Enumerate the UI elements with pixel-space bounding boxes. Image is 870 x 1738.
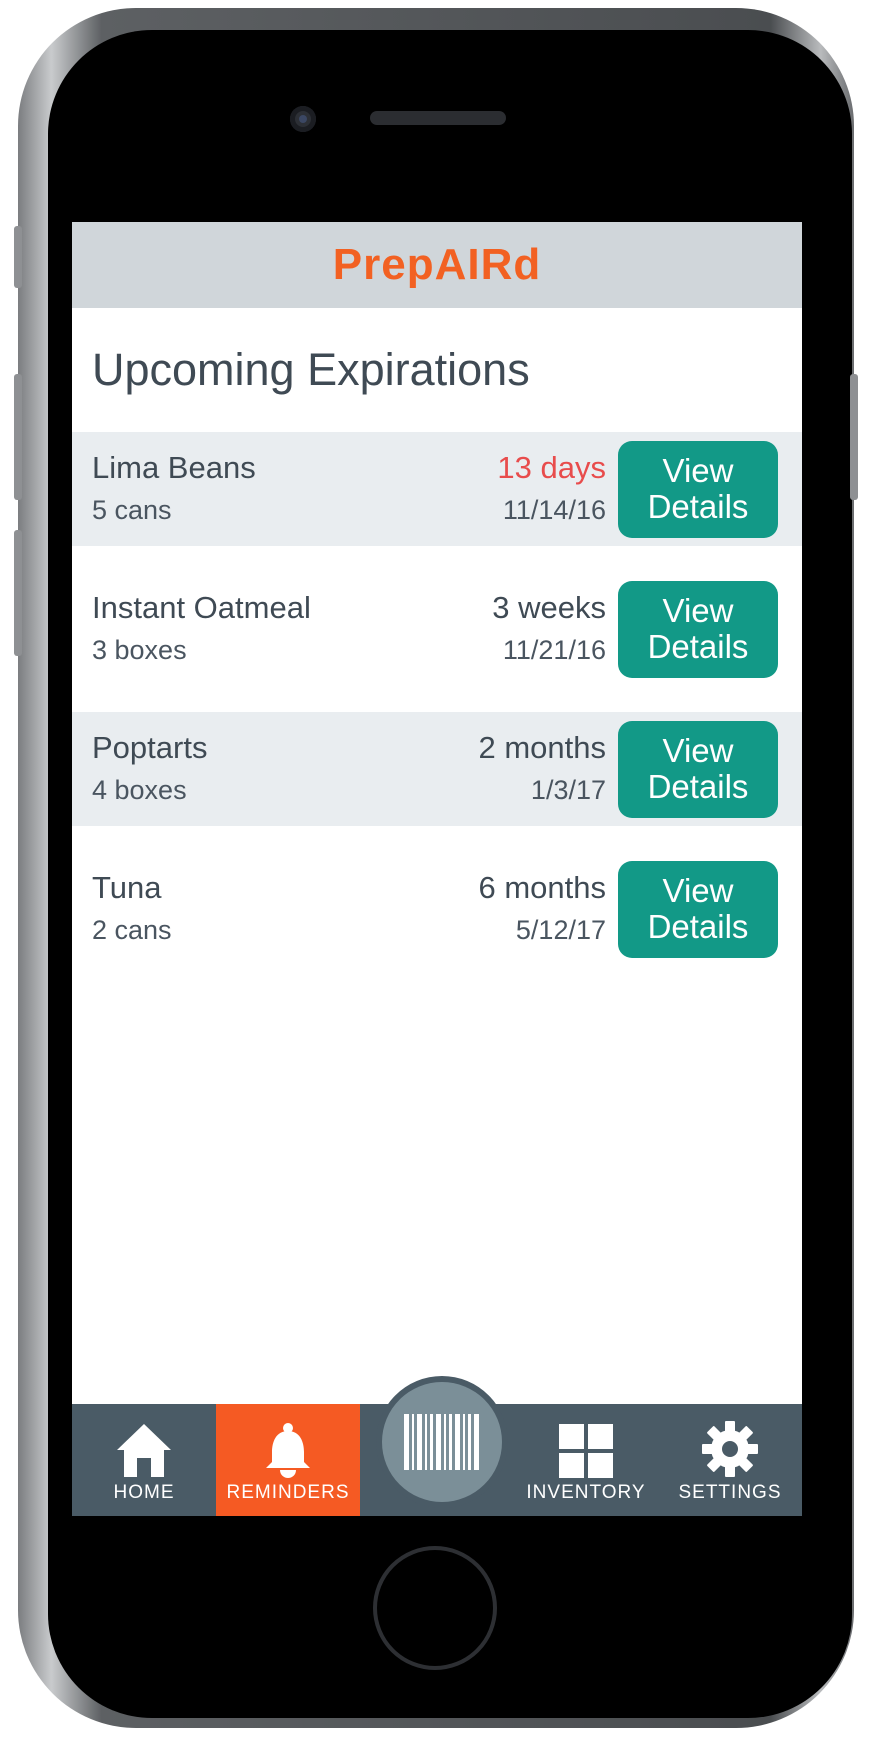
power-button [850,374,858,500]
nav-reminders[interactable]: REMINDERS [216,1404,360,1516]
list-item: Lima Beans 5 cans 13 days 11/14/16 View … [72,432,802,546]
item-quantity: 2 cans [92,915,172,945]
view-details-button[interactable]: View Details [618,860,778,958]
item-expiration-date: 1/3/17 [530,775,606,805]
barcode-icon [404,1414,479,1470]
list-item: Tuna 2 cans 6 months 5/12/17 View Detail… [72,852,802,966]
view-details-label-line1: View [662,872,734,909]
view-details-label-line1: View [662,732,734,769]
page-title: Upcoming Expirations [92,344,530,395]
app-screen: PrepAIRd Upcoming Expirations Lima Beans… [72,222,802,1516]
list-item: Instant Oatmeal 3 boxes 3 weeks 11/21/16… [72,572,802,686]
nav-home-label: HOME [113,1482,175,1503]
item-name: Poptarts [92,730,208,765]
view-details-label-line1: View [662,452,734,489]
home-icon [117,1424,171,1477]
nav-home[interactable]: HOME [72,1404,216,1516]
view-details-button[interactable]: View Details [618,440,778,538]
item-time-left: 2 months [478,730,606,765]
home-hardware-button[interactable] [373,1546,497,1670]
view-details-label-line2: Details [647,768,749,805]
item-expiration-date: 11/21/16 [502,635,606,665]
item-quantity: 3 boxes [92,635,187,665]
gear-icon [702,1421,758,1477]
item-name: Lima Beans [92,450,256,485]
view-details-button[interactable]: View Details [618,720,778,818]
bell-icon [266,1423,310,1478]
nav-settings-label: SETTINGS [678,1482,782,1503]
grid-icon [559,1424,613,1478]
item-time-left: 13 days [497,450,606,485]
view-details-label-line2: Details [647,628,749,665]
nav-reminders-label: REMINDERS [226,1482,350,1503]
earpiece-speaker [370,111,506,125]
app-header: PrepAIRd [72,222,802,308]
item-time-left: 6 months [478,870,606,905]
view-details-label-line2: Details [647,908,749,945]
view-details-button[interactable]: View Details [618,580,778,678]
nav-settings[interactable]: SETTINGS [658,1404,802,1516]
volume-up-button [14,374,22,500]
item-expiration-date: 5/12/17 [515,915,606,945]
front-camera [290,106,316,132]
item-time-left: 3 weeks [492,590,606,625]
app-title: PrepAIRd [332,240,542,289]
nav-inventory-label: INVENTORY [526,1482,646,1503]
item-quantity: 4 boxes [92,775,187,805]
item-expiration-date: 11/14/16 [502,495,606,525]
list-item: Poptarts 4 boxes 2 months 1/3/17 View De… [72,712,802,826]
volume-down-button [14,530,22,656]
nav-inventory[interactable]: INVENTORY [514,1404,658,1516]
view-details-label-line1: View [662,592,734,629]
view-details-label-line2: Details [647,488,749,525]
item-name: Instant Oatmeal [92,590,311,625]
mute-switch [14,226,22,288]
scan-button[interactable] [382,1382,502,1502]
item-quantity: 5 cans [92,495,172,525]
item-name: Tuna [92,870,162,905]
